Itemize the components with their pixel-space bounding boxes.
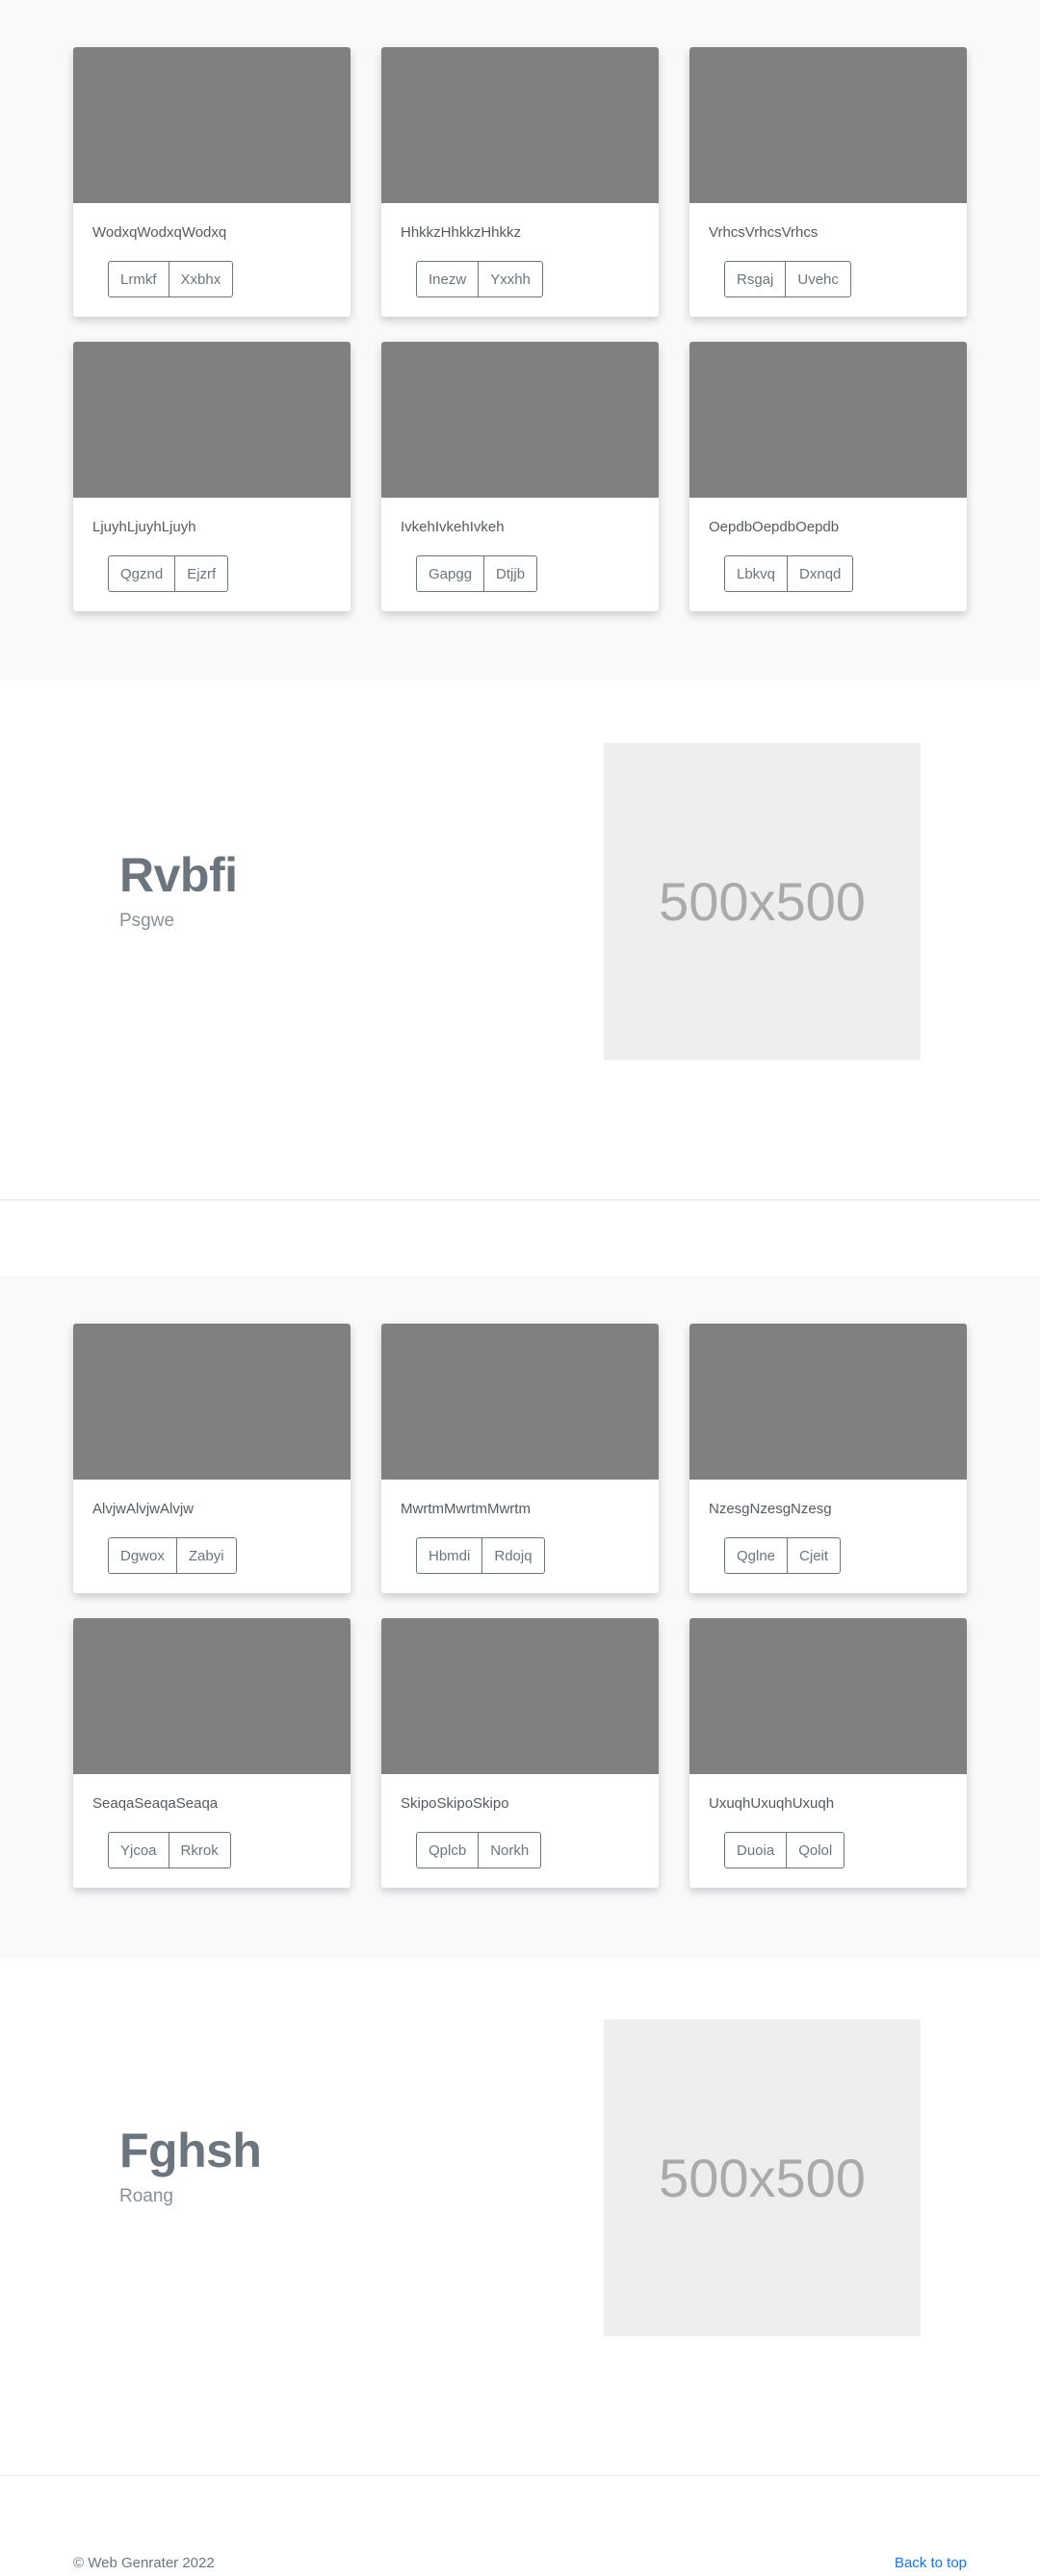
- card-button[interactable]: Lrmkf: [108, 261, 169, 297]
- back-to-top-link[interactable]: Back to top: [895, 2555, 967, 2571]
- card: NzesgNzesgNzesg Qglne Cjeit: [689, 1324, 967, 1593]
- card-button-group: Lbkvq Dxnqd: [724, 555, 854, 592]
- card-button-group: Duoia Qolol: [724, 1832, 845, 1868]
- card-thumbnail: [73, 1324, 351, 1480]
- card-button[interactable]: Xxbhx: [168, 261, 234, 297]
- card-button[interactable]: Dxnqd: [787, 555, 854, 592]
- feature-heading: Fghsh: [119, 2124, 262, 2177]
- card-button-group: Hbmdi Rdojq: [416, 1537, 545, 1574]
- card-button[interactable]: Gapgg: [416, 555, 485, 592]
- card-title: LjuyhLjuyhLjuyh: [92, 519, 196, 535]
- card-button[interactable]: Lbkvq: [724, 555, 789, 592]
- card-button[interactable]: Norkh: [478, 1832, 542, 1868]
- card-button[interactable]: Cjeit: [787, 1537, 842, 1574]
- card-thumbnail: [689, 47, 967, 203]
- card-button-group: Inezw Yxxhh: [416, 261, 543, 297]
- card-button[interactable]: Yjcoa: [108, 1832, 169, 1868]
- card-button[interactable]: Qolol: [786, 1832, 845, 1868]
- card-thumbnail: [381, 342, 659, 498]
- card-button[interactable]: Dgwox: [108, 1537, 177, 1574]
- card-thumbnail: [689, 1618, 967, 1774]
- card-button[interactable]: Uvehc: [785, 261, 851, 297]
- card: SkipoSkipoSkipo Qplcb Norkh: [381, 1618, 659, 1888]
- card-thumbnail: [381, 1618, 659, 1774]
- card-button[interactable]: Rdojq: [481, 1537, 545, 1574]
- card-button[interactable]: Yxxhh: [478, 261, 543, 297]
- card-button[interactable]: Dtjjb: [483, 555, 538, 592]
- card-button[interactable]: Hbmdi: [416, 1537, 483, 1574]
- card: OepdbOepdbOepdb Lbkvq Dxnqd: [689, 342, 967, 611]
- card: LjuyhLjuyhLjuyh Qgznd Ejzrf: [73, 342, 351, 611]
- card-title: UxuqhUxuqhUxuqh: [709, 1795, 835, 1812]
- card-button-group: Qgznd Ejzrf: [108, 555, 229, 592]
- card-button[interactable]: Duoia: [724, 1832, 788, 1868]
- card-button-group: Lrmkf Xxbhx: [108, 261, 234, 297]
- album-section-1: WodxqWodxqWodxq Lrmkf Xxbhx HhkkzHhkkzHh…: [0, 0, 1040, 681]
- card-button[interactable]: Rsgaj: [724, 261, 787, 297]
- card-title: WodxqWodxqWodxq: [92, 224, 227, 241]
- card-title: MwrtmMwrtmMwrtm: [401, 1501, 531, 1517]
- card-button-group: Dgwox Zabyi: [108, 1537, 237, 1574]
- card-button[interactable]: Ejzrf: [174, 555, 229, 592]
- card: IvkehIvkehIvkeh Gapgg Dtjjb: [381, 342, 659, 611]
- card-title: SkipoSkipoSkipo: [401, 1795, 509, 1812]
- card-thumbnail: [73, 47, 351, 203]
- card-button-group: Qplcb Norkh: [416, 1832, 542, 1868]
- card-button-group: Rsgaj Uvehc: [724, 261, 851, 297]
- feature-subheading: Roang: [119, 2186, 173, 2206]
- card-button[interactable]: Inezw: [416, 261, 480, 297]
- card-title: OepdbOepdbOepdb: [709, 519, 840, 535]
- card-button-group: Gapgg Dtjjb: [416, 555, 538, 592]
- card-title: HhkkzHhkkzHhkkz: [401, 224, 522, 241]
- card-title: AlvjwAlvjwAlvjw: [92, 1501, 195, 1517]
- footer-copyright: © Web Genrater 2022: [73, 2555, 215, 2571]
- card-button[interactable]: Zabyi: [175, 1537, 237, 1574]
- card: WodxqWodxqWodxq Lrmkf Xxbhx: [73, 47, 351, 317]
- card: SeaqaSeaqaSeaqa Yjcoa Rkrok: [73, 1618, 351, 1888]
- feature-subheading: Psgwe: [119, 911, 175, 931]
- card: AlvjwAlvjwAlvjw Dgwox Zabyi: [73, 1324, 351, 1593]
- card: HhkkzHhkkzHhkkz Inezw Yxxhh: [381, 47, 659, 317]
- feature-heading: Rvbfi: [119, 848, 238, 902]
- card-button[interactable]: Rkrok: [168, 1832, 231, 1868]
- card-title: SeaqaSeaqaSeaqa: [92, 1795, 219, 1812]
- divider: [0, 1199, 1040, 1200]
- card-title: VrhcsVrhcsVrhcs: [709, 224, 819, 241]
- placeholder-image: 500x500: [604, 2020, 921, 2336]
- card-button[interactable]: Qgznd: [108, 555, 176, 592]
- divider: [0, 2475, 1040, 2476]
- card: UxuqhUxuqhUxuqh Duoia Qolol: [689, 1618, 967, 1888]
- card-thumbnail: [689, 342, 967, 498]
- card-button-group: Qglne Cjeit: [724, 1537, 842, 1574]
- card-title: IvkehIvkehIvkeh: [401, 519, 505, 535]
- placeholder-image: 500x500: [604, 743, 921, 1060]
- card-thumbnail: [689, 1324, 967, 1480]
- card: VrhcsVrhcsVrhcs Rsgaj Uvehc: [689, 47, 967, 317]
- card-thumbnail: [381, 47, 659, 203]
- card: MwrtmMwrtmMwrtm Hbmdi Rdojq: [381, 1324, 659, 1593]
- card-thumbnail: [73, 1618, 351, 1774]
- card-title: NzesgNzesgNzesg: [709, 1501, 832, 1517]
- card-button[interactable]: Qplcb: [416, 1832, 480, 1868]
- album-section-2: AlvjwAlvjwAlvjw Dgwox Zabyi MwrtmMwrtmMw…: [0, 1276, 1040, 1958]
- card-button-group: Yjcoa Rkrok: [108, 1832, 231, 1868]
- card-button[interactable]: Qglne: [724, 1537, 789, 1574]
- card-thumbnail: [73, 342, 351, 498]
- card-thumbnail: [381, 1324, 659, 1480]
